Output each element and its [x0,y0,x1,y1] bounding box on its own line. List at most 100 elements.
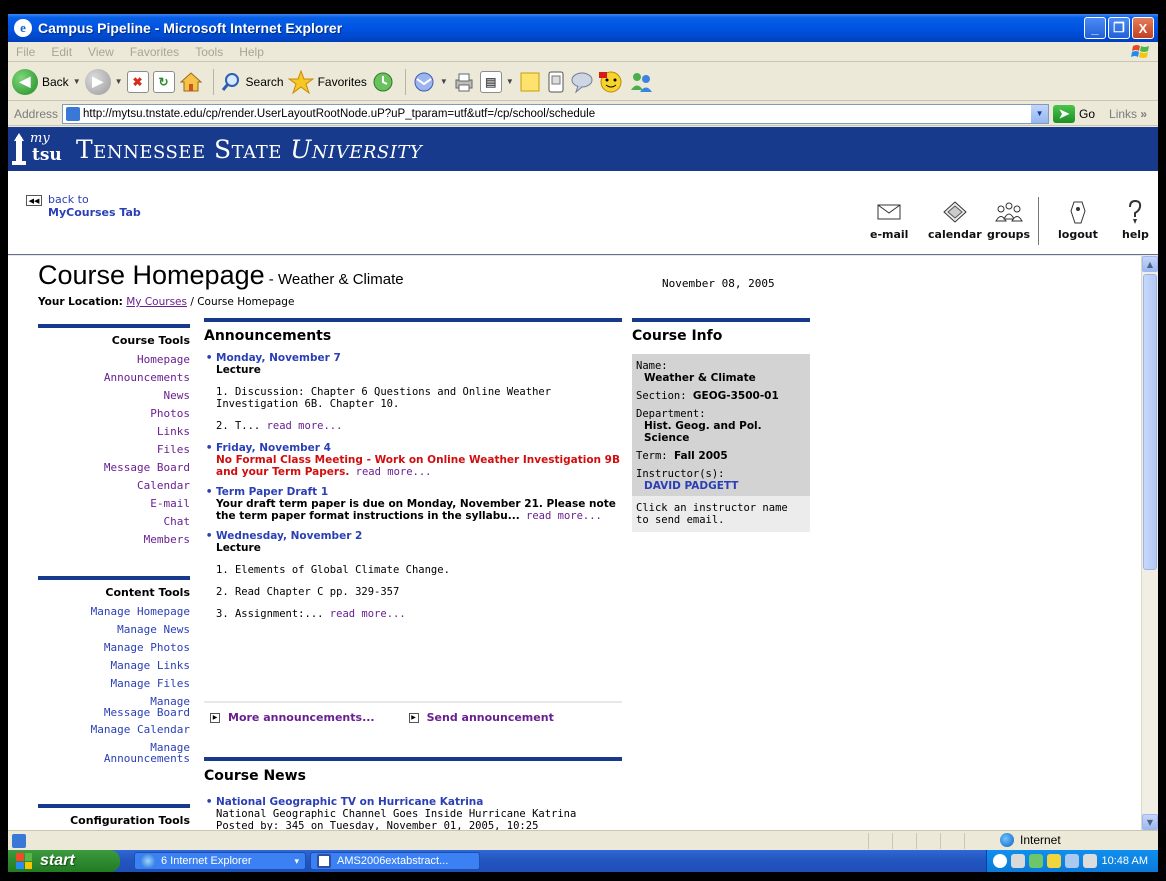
address-input[interactable]: http://mytsu.tnstate.edu/cp/render.UserL… [62,103,1050,124]
menu-help[interactable]: Help [231,45,272,59]
scroll-up-arrow-icon[interactable]: ▲ [1142,256,1158,272]
email-link[interactable]: e-mail [870,199,908,241]
tool-manage-files[interactable]: Manage Files [38,675,190,693]
tool-announcements[interactable]: Announcements [38,369,190,387]
chevron-down-icon[interactable]: ▼ [115,77,123,86]
tool-chat[interactable]: Chat [38,513,191,531]
taskbar-ie-group[interactable]: 6 Internet Explorer ▾ [134,852,306,870]
menu-view[interactable]: View [80,45,122,59]
start-button[interactable]: start [8,850,120,872]
print-button[interactable] [452,67,476,97]
ie-logo-icon: e [14,19,32,37]
taskbar-word-doc[interactable]: AMS2006extabstract... [310,852,480,870]
edit-button[interactable]: ▤ ▼ [479,67,514,97]
breadcrumb-my-courses-link[interactable]: My Courses [126,296,187,308]
help-link[interactable]: help [1122,199,1149,241]
tool-members[interactable]: Members [38,531,190,549]
tsu-logo[interactable]: my tsu [12,131,64,167]
back-button[interactable]: ◀ Back ▼ [12,67,81,97]
links-button[interactable]: Links » [1109,107,1147,121]
read-more-link[interactable]: read more... [267,420,343,432]
tool-files[interactable]: Files [38,441,190,459]
discuss-button[interactable] [546,67,566,97]
vertical-scrollbar[interactable]: ▲ ▼ [1141,256,1158,830]
news-title[interactable]: National Geographic TV on Hurricane Katr… [216,796,622,808]
back-to-mycourses-link[interactable]: ◀◀ back to MyCourses Tab [26,193,141,219]
chevron-down-icon[interactable]: ▾ [294,856,299,867]
history-button[interactable] [371,67,395,97]
announcement-truncated: 2. T... [216,420,267,432]
menu-file[interactable]: File [8,45,43,59]
calendar-link[interactable]: calendar [928,199,982,241]
tool-manage-homepage[interactable]: Manage Homepage [38,603,190,621]
scroll-down-arrow-icon[interactable]: ▼ [1142,814,1158,830]
chevron-down-icon[interactable]: ▼ [506,77,514,86]
tool-manage-announcements[interactable]: Manage Announcements [38,742,190,764]
tray-app-icon[interactable] [1047,854,1061,868]
read-more-link[interactable]: read more... [520,510,602,522]
tray-chevron-icon[interactable] [993,854,1007,868]
links-label: Links [1109,106,1138,121]
refresh-button[interactable]: ↻ [152,67,175,97]
note-button[interactable] [518,67,542,97]
send-announcement-label: Send announcement [426,711,554,724]
chevron-down-icon[interactable]: ▼ [1031,104,1049,123]
groups-link[interactable]: groups [987,199,1030,241]
tool-manage-links[interactable]: Manage Links [38,657,190,675]
mail-icon [414,72,434,91]
tool-links[interactable]: Links [38,423,190,441]
tool-photos[interactable]: Photos [38,405,190,423]
tool-email[interactable]: E-mail [38,495,190,513]
messenger-button[interactable] [570,67,594,97]
tool-calendar[interactable]: Calendar [38,477,190,495]
chevron-down-icon[interactable]: ▼ [73,77,81,86]
scroll-thumb[interactable] [1143,274,1157,570]
logout-icon [1070,201,1086,224]
read-more-link[interactable]: read more... [349,466,432,478]
buddy-button[interactable] [628,67,654,97]
monitor-icon[interactable] [1083,854,1097,868]
tool-manage-photos[interactable]: Manage Photos [38,639,190,657]
chevron-down-icon[interactable]: ▼ [440,77,448,86]
tool-homepage[interactable]: Homepage [38,351,190,369]
send-announcement-link[interactable]: ▶ Send announcement [408,711,554,724]
menu-tools[interactable]: Tools [187,45,231,59]
network-icon[interactable] [1011,854,1025,868]
announcement-title[interactable]: Wednesday, November 2 [216,530,622,542]
search-button[interactable]: Search [220,67,284,97]
tool-news[interactable]: News [38,387,191,405]
announcement-title[interactable]: Friday, November 4 [216,442,622,454]
go-button[interactable]: ➤ Go [1053,104,1095,123]
tool-manage-news[interactable]: Manage News [38,621,190,639]
announcement-title[interactable]: Term Paper Draft 1 [216,486,622,498]
menu-edit[interactable]: Edit [43,45,80,59]
minimize-button[interactable]: _ [1084,17,1106,39]
go-arrow-icon: ➤ [1053,104,1076,123]
instructor-link[interactable]: DAVID PADGETT [636,480,806,492]
calendar-label: calendar [928,228,982,241]
security-zone: Internet [1000,833,1061,847]
more-announcements-link[interactable]: ▶ More announcements... [210,711,375,724]
tool-manage-calendar[interactable]: Manage Calendar [38,721,190,739]
clock[interactable]: 10:48 AM [1102,855,1148,867]
buddy-icon [630,72,652,92]
home-button[interactable] [179,67,203,97]
forward-button[interactable]: ▶ ▼ [84,67,123,97]
read-more-link[interactable]: read more... [330,608,406,620]
taskbar-word-label: AMS2006extabstract... [337,855,449,867]
announcement-title[interactable]: Monday, November 7 [216,352,622,364]
favorites-button[interactable]: Favorites [287,67,367,97]
tool-message-board[interactable]: Message Board [38,459,190,477]
mail-button[interactable]: ▼ [412,67,448,97]
tray-app-icon[interactable] [1065,854,1079,868]
yahoo-button[interactable] [598,67,624,97]
back-to-label: back to [48,193,89,206]
close-button[interactable]: X [1132,17,1154,39]
page-icon [66,106,81,121]
stop-button[interactable]: ✖ [126,67,149,97]
restore-button[interactable]: ❐ [1108,17,1130,39]
menu-favorites[interactable]: Favorites [122,45,187,59]
logout-link[interactable]: logout [1058,199,1098,241]
tray-app-icon[interactable] [1029,854,1043,868]
tool-manage-message-board[interactable]: Manage Message Board [38,696,190,718]
